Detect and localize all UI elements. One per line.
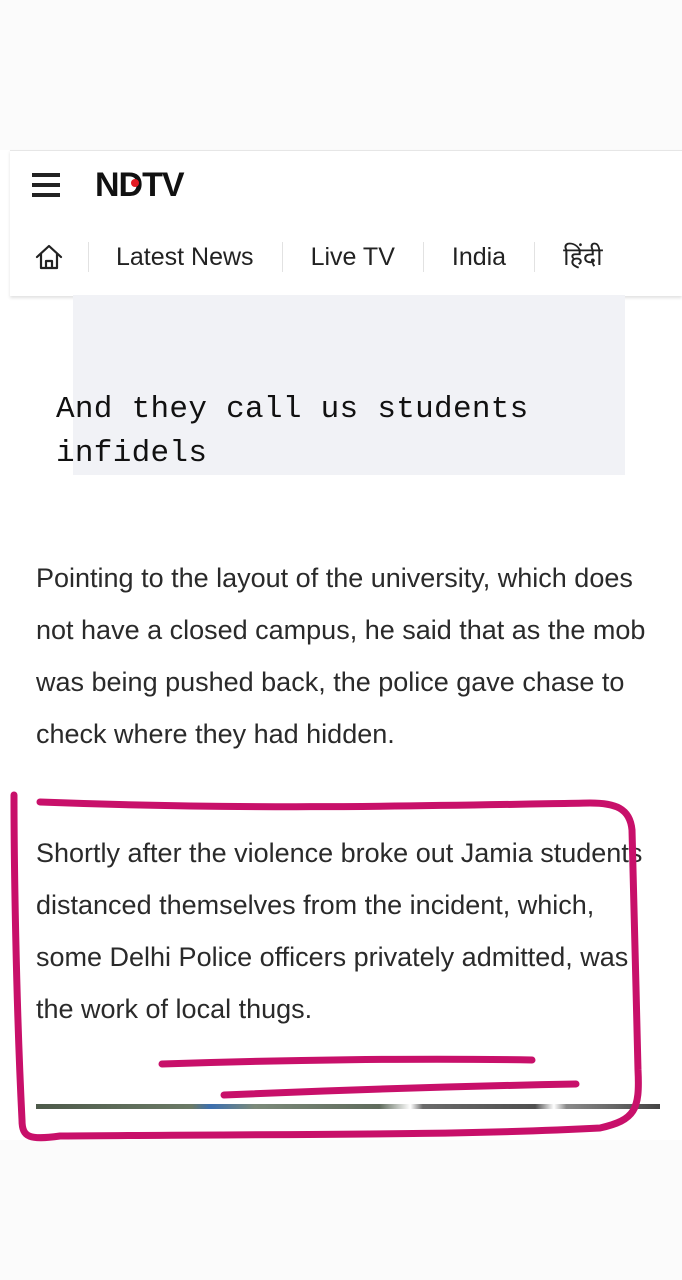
blank-top-area: [0, 0, 682, 150]
nav-item-latest-news[interactable]: Latest News: [88, 242, 282, 272]
underline-stroke: [220, 1080, 580, 1099]
article-paragraph: Pointing to the layout of the university…: [36, 563, 646, 749]
article-paragraph-highlighted: Shortly after the violence broke out Jam…: [36, 838, 643, 1024]
hamburger-menu-icon[interactable]: [32, 173, 60, 197]
nav-item-hindi[interactable]: हिंदी: [534, 242, 631, 272]
nav-item-live-tv[interactable]: Live TV: [281, 242, 423, 272]
logo-dot: [131, 179, 139, 187]
home-button[interactable]: [10, 229, 88, 285]
ndtv-logo[interactable]: NDTV: [95, 165, 185, 205]
logo-text: NDTV: [95, 166, 185, 204]
image-top-edge: [36, 1104, 660, 1109]
underline-stroke: [158, 1055, 536, 1068]
blank-bottom-area: [0, 1140, 682, 1280]
nav-item-india[interactable]: India: [422, 242, 534, 272]
home-icon: [35, 244, 63, 270]
site-header: NDTV Latest News Live TV India हिंदी: [10, 150, 682, 296]
nav-bar: Latest News Live TV India हिंदी: [10, 229, 682, 285]
embedded-quote-text: And they call us students infidels: [56, 392, 529, 471]
